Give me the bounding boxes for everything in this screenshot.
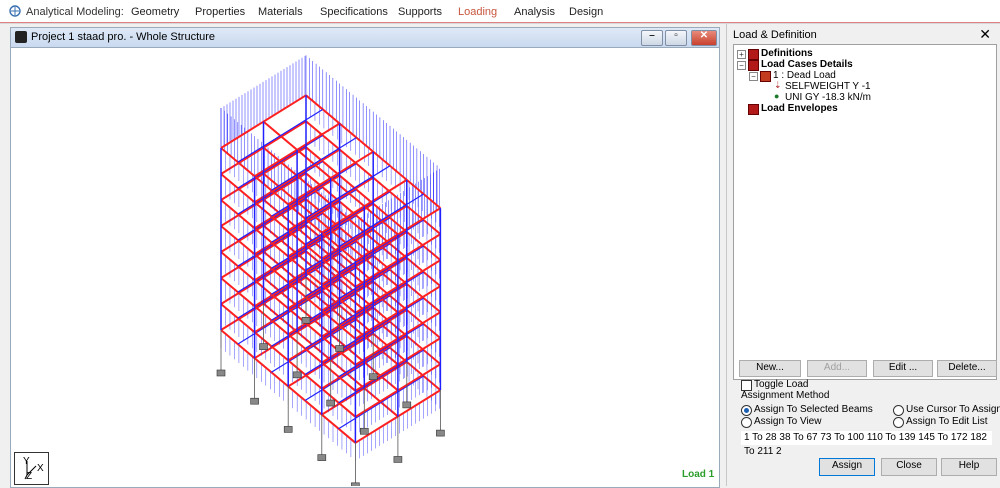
menu-materials[interactable]: Materials [258, 6, 303, 18]
definitions-icon [748, 49, 759, 60]
minimize-icon: – [649, 30, 655, 41]
tree-load-cases-details[interactable]: Load Cases Details [761, 59, 853, 70]
use-cursor-label: Use Cursor To Assign [906, 404, 1000, 415]
analytical-modeling-icon [9, 5, 21, 17]
close-button[interactable]: Close [881, 458, 937, 476]
collapse-dead-load-icon[interactable]: − [749, 72, 758, 81]
support-icon [259, 343, 268, 350]
collapse-load-cases-icon[interactable]: − [737, 61, 746, 70]
restore-icon: ▫ [674, 30, 678, 41]
expand-definitions-icon[interactable]: + [737, 50, 746, 59]
assign-button[interactable]: Assign [819, 458, 875, 476]
assign-to-view-radio[interactable] [741, 417, 752, 428]
menu-loading[interactable]: Loading [458, 6, 497, 18]
panel-close-icon[interactable]: ✕ [979, 26, 991, 43]
close-icon: ✕ [699, 30, 709, 41]
ribbon-underline [0, 22, 1000, 23]
assignment-method-label: Assignment Method [741, 390, 830, 401]
edit-button[interactable]: Edit ... [873, 360, 933, 377]
support-icon [317, 454, 327, 461]
selfweight-icon: ⇣ [774, 80, 782, 90]
structure-viewport[interactable]: Project 1 staad pro. - Whole Structure –… [10, 27, 720, 488]
menu-properties[interactable]: Properties [195, 6, 245, 18]
support-icon [326, 399, 336, 407]
menu-geometry[interactable]: Geometry [131, 6, 179, 18]
assign-to-view-label: Assign To View [754, 416, 822, 427]
tree-definitions[interactable]: Definitions [761, 48, 813, 59]
assign-selected-beams-radio[interactable] [741, 405, 752, 416]
structure-model-canvas[interactable] [11, 48, 717, 486]
support-icon [283, 426, 293, 433]
assign-edit-list-radio[interactable] [893, 417, 904, 428]
close-viewport-button[interactable]: ✕ [691, 30, 717, 46]
support-icon [216, 369, 226, 377]
axis-triad-icon [24, 461, 37, 480]
beam [237, 108, 324, 163]
toggle-load-label: Toggle Load [754, 379, 809, 390]
ribbon-title: Analytical Modeling: [26, 6, 124, 18]
support-icon [368, 373, 378, 381]
new-button[interactable]: New... [739, 360, 801, 377]
viewport-titlebar: Project 1 staad pro. - Whole Structure –… [11, 28, 719, 48]
dead-load-icon [760, 71, 771, 82]
support-icon [393, 456, 403, 463]
uniform-load-icon: ● [774, 91, 780, 101]
tree-dead-load[interactable]: 1 : Dead Load [773, 70, 836, 81]
panel-title: Load & Definition [733, 29, 817, 41]
support-icon [436, 429, 445, 437]
staad-document-icon [15, 31, 27, 43]
support-icon [402, 401, 412, 409]
menu-supports[interactable]: Supports [398, 6, 442, 18]
support-icon [292, 371, 302, 379]
tree-selfweight[interactable]: SELFWEIGHT Y -1 [785, 81, 871, 92]
help-button[interactable]: Help [941, 458, 997, 476]
menu-analysis[interactable]: Analysis [514, 6, 555, 18]
menu-design[interactable]: Design [569, 6, 603, 18]
support-icon [250, 397, 259, 405]
axis-triad: Y X Z [14, 452, 49, 485]
assign-selected-beams-label: Assign To Selected Beams [754, 404, 873, 415]
load-tree[interactable]: + Definitions − Load Cases Details − 1 :… [733, 44, 997, 380]
assign-edit-list-label: Assign To Edit List [906, 416, 988, 427]
delete-button[interactable]: Delete... [937, 360, 997, 377]
member-list-field[interactable]: 1 To 28 38 To 67 73 To 100 110 To 139 14… [741, 431, 992, 457]
restore-button[interactable]: ▫ [665, 30, 687, 46]
minimize-button[interactable]: – [641, 30, 663, 46]
support-icon [335, 345, 344, 352]
tree-uni-load[interactable]: UNI GY -18.3 kN/m [785, 92, 871, 103]
load-envelopes-icon [748, 104, 759, 115]
menu-specifications[interactable]: Specifications [320, 6, 388, 18]
tree-load-envelopes[interactable]: Load Envelopes [761, 103, 838, 114]
viewport-title: Project 1 staad pro. - Whole Structure [31, 31, 216, 43]
load-cases-icon [748, 60, 759, 71]
ribbon: Analytical Modeling: Geometry Properties… [0, 0, 1000, 24]
add-button[interactable]: Add... [807, 360, 867, 377]
load-definition-panel: Load & Definition ✕ + Definitions − Load… [726, 24, 1000, 486]
use-cursor-radio[interactable] [893, 405, 904, 416]
support-icon [301, 316, 311, 324]
current-load-label: Load 1 [682, 469, 715, 480]
support-icon [359, 427, 369, 435]
